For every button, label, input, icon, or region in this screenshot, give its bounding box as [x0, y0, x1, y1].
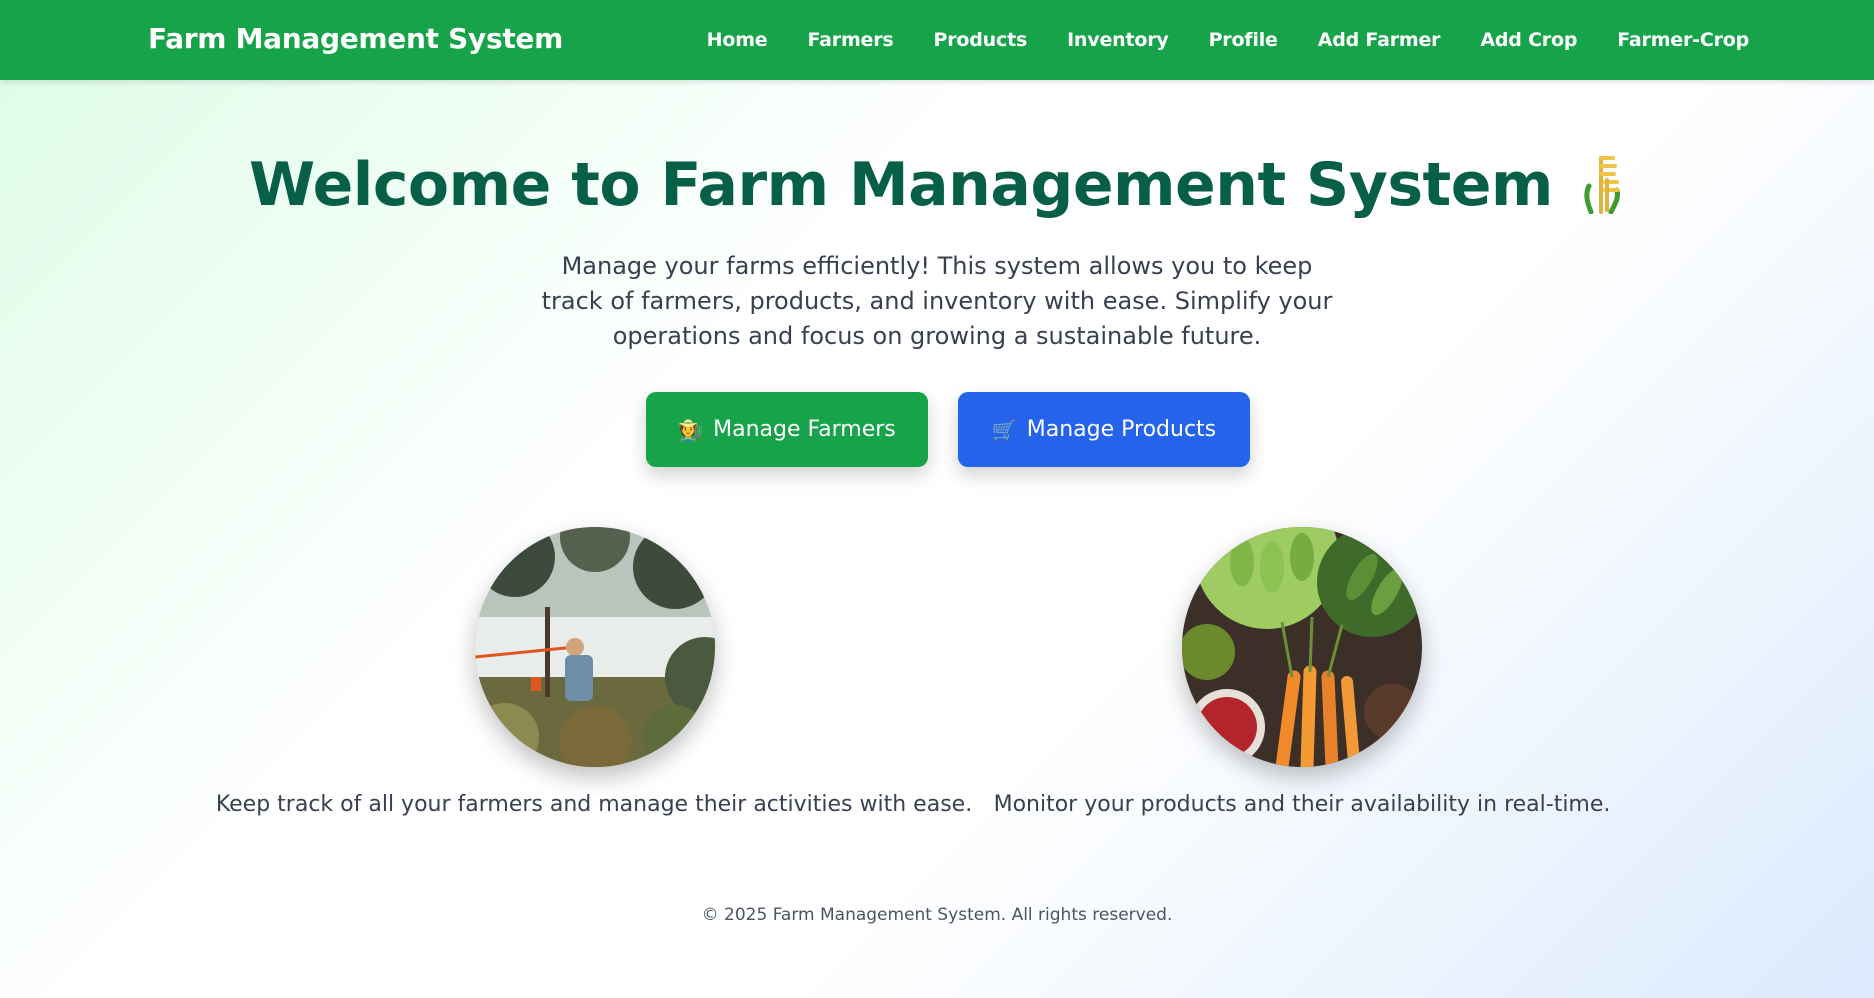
- nav-link-farmers[interactable]: Farmers: [808, 29, 894, 51]
- shopping-cart-icon: 🛒: [991, 417, 1017, 442]
- manage-farmers-label: Manage Farmers: [713, 417, 896, 442]
- nav-link-add-crop[interactable]: Add Crop: [1480, 29, 1577, 51]
- manage-farmers-button[interactable]: 🧑‍🌾 Manage Farmers: [646, 392, 928, 467]
- sheaf-of-rice-icon: [1581, 150, 1625, 215]
- nav-link-home[interactable]: Home: [707, 29, 768, 51]
- manage-products-label: Manage Products: [1026, 417, 1217, 442]
- feature-text-products: Monitor your products and their availabi…: [993, 792, 1611, 817]
- brand-title[interactable]: Farm Management System: [148, 22, 563, 55]
- nav-link-profile[interactable]: Profile: [1209, 29, 1278, 51]
- hero-description: Manage your farms efficiently! This syst…: [541, 252, 1333, 350]
- hero-title-text: Welcome to Farm Management System: [249, 150, 1553, 220]
- vegetables-photo: [1182, 527, 1422, 767]
- manage-products-button[interactable]: 🛒 Manage Products: [958, 392, 1250, 467]
- nav-link-inventory[interactable]: Inventory: [1067, 29, 1169, 51]
- feature-text-farmers: Keep track of all your farmers and manag…: [215, 792, 973, 817]
- farmer-icon: 🧑‍🌾: [678, 417, 704, 442]
- nav-link-products[interactable]: Products: [934, 29, 1028, 51]
- nav-link-add-farmer[interactable]: Add Farmer: [1318, 29, 1441, 51]
- footer-text: © 2025 Farm Management System. All right…: [701, 905, 1173, 925]
- navbar: Farm Management System Home Farmers Prod…: [0, 0, 1874, 80]
- nav-link-farmer-crop[interactable]: Farmer-Crop: [1617, 29, 1749, 51]
- hero-title: Welcome to Farm Management System: [0, 150, 1874, 220]
- farmer-photo: [475, 527, 715, 767]
- nav-links: Home Farmers Products Inventory Profile …: [707, 0, 1750, 80]
